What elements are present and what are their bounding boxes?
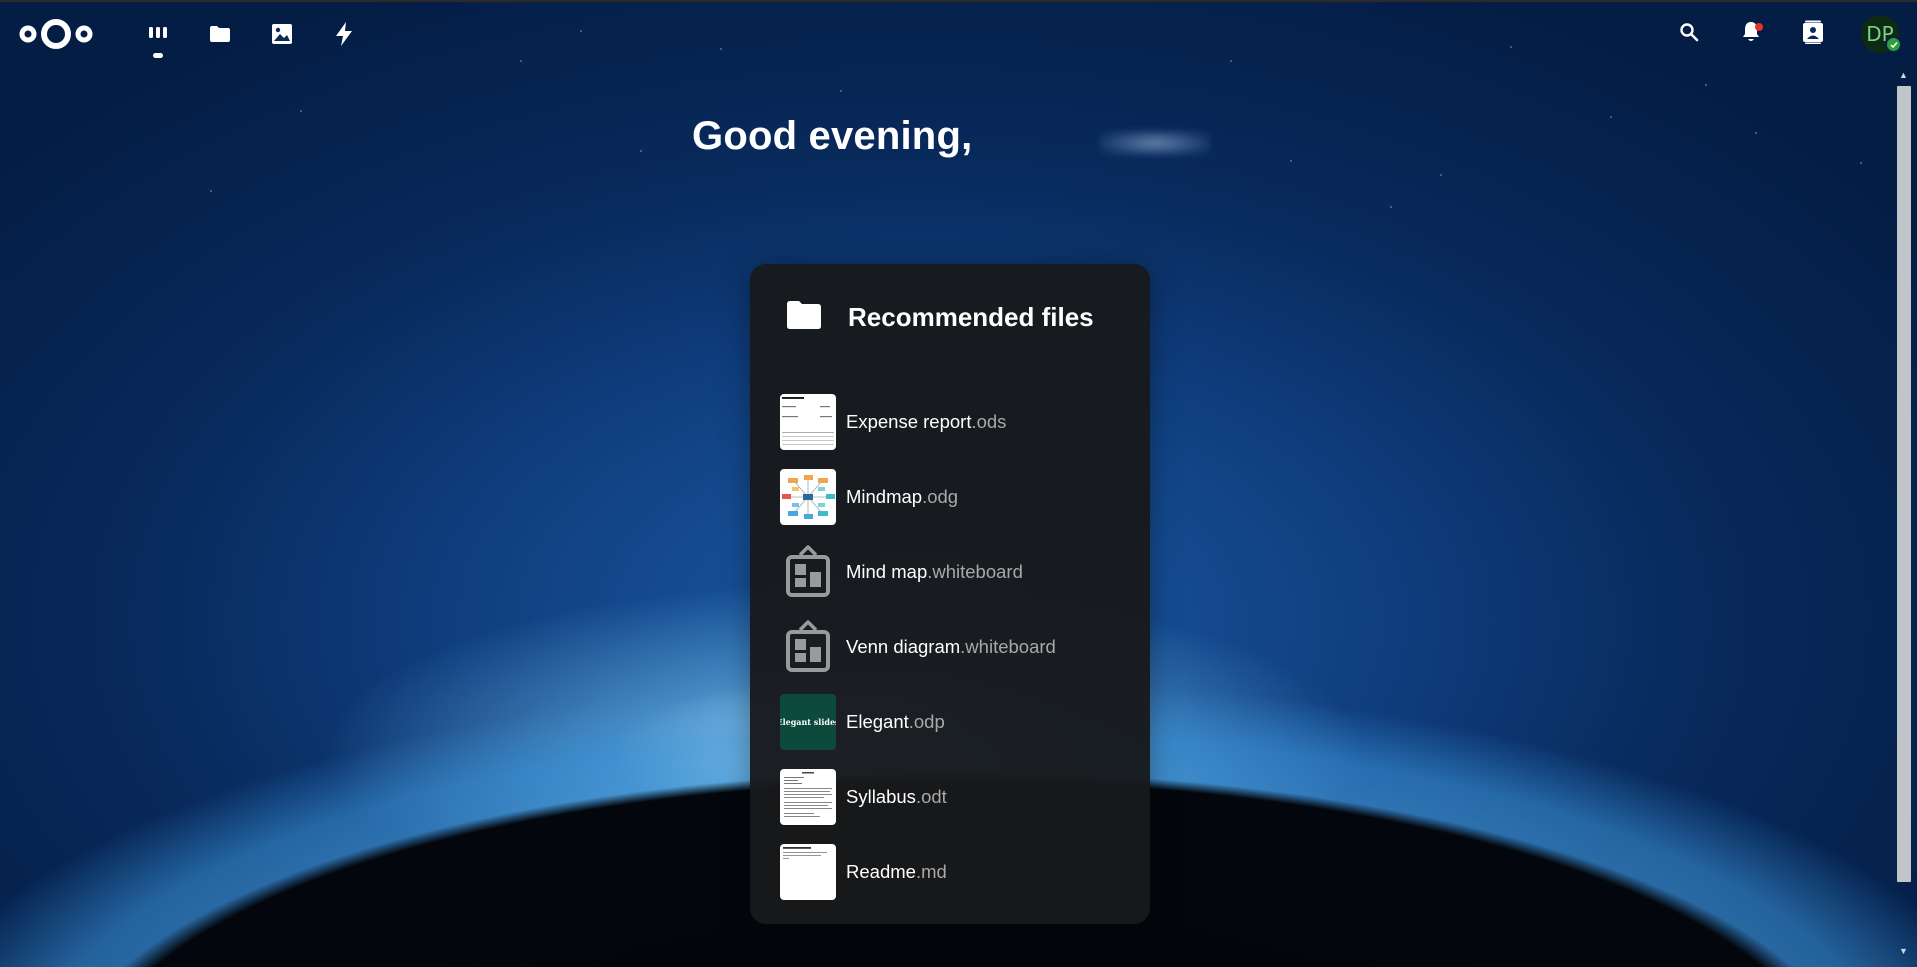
image-icon xyxy=(271,23,293,50)
file-name: Mind map.whiteboard xyxy=(846,561,1023,583)
file-extension: .md xyxy=(915,860,947,882)
notification-indicator xyxy=(1755,23,1763,31)
file-name: Mindmap.odg xyxy=(846,486,958,508)
app-activity[interactable] xyxy=(322,14,366,58)
notifications-button[interactable] xyxy=(1729,12,1773,56)
file-item-expense-report[interactable]: Expense report.ods xyxy=(780,384,1140,459)
widget-header: Recommended files xyxy=(786,300,1094,335)
user-avatar-button[interactable]: DP xyxy=(1861,15,1902,53)
greeting-heading: Good evening, xyxy=(692,114,973,158)
file-basename: Elegant xyxy=(846,710,909,732)
header-right-menu: DP xyxy=(1649,12,1917,56)
spreadsheet-thumbnail xyxy=(780,393,836,450)
file-basename: Venn diagram xyxy=(846,635,961,657)
file-item-venn-diagram-whiteboard[interactable]: Venn diagram.whiteboard xyxy=(780,609,1140,684)
file-extension: .whiteboard xyxy=(927,560,1023,582)
lightning-icon xyxy=(335,21,353,51)
file-name: Venn diagram.whiteboard xyxy=(846,636,1056,658)
mindmap-thumbnail xyxy=(780,468,836,525)
document-thumbnail xyxy=(780,768,836,825)
file-extension: .ods xyxy=(971,410,1007,432)
page-scrollbar[interactable]: ▲ ▼ xyxy=(1896,70,1911,960)
contacts-menu-button[interactable] xyxy=(1791,12,1835,56)
file-name: Readme.md xyxy=(846,861,947,883)
file-name: Syllabus.odt xyxy=(846,786,947,808)
file-extension: .odg xyxy=(922,485,959,507)
top-header: DP xyxy=(0,0,1917,66)
file-extension: .odt xyxy=(915,785,947,807)
file-extension: .whiteboard xyxy=(960,635,1056,657)
markdown-thumbnail xyxy=(780,843,836,900)
whiteboard-icon xyxy=(780,619,836,675)
app-photos[interactable] xyxy=(260,14,304,58)
contacts-icon xyxy=(1802,20,1824,49)
file-item-mindmap[interactable]: Mindmap.odg xyxy=(780,459,1140,534)
file-item-syllabus[interactable]: Syllabus.odt xyxy=(780,759,1140,834)
search-icon xyxy=(1679,22,1699,47)
unified-search-button[interactable] xyxy=(1667,12,1711,56)
file-basename: Mindmap xyxy=(846,485,923,507)
whiteboard-icon xyxy=(780,544,836,600)
file-basename: Syllabus xyxy=(846,785,916,807)
file-item-mind-map-whiteboard[interactable]: Mind map.whiteboard xyxy=(780,534,1140,609)
file-item-elegant-slides[interactable]: Elegant slides Elegant.odp xyxy=(780,684,1140,759)
recommended-files-widget: Recommended files Expense report.ods Min… xyxy=(750,264,1150,924)
file-basename: Readme xyxy=(846,860,916,882)
scroll-up-arrow-icon[interactable]: ▲ xyxy=(1899,70,1908,80)
app-dashboard[interactable] xyxy=(136,14,180,58)
nextcloud-logo[interactable] xyxy=(18,16,94,52)
slide-thumbnail-title: Elegant slides xyxy=(780,716,836,727)
file-extension: .odp xyxy=(908,710,945,732)
presentation-thumbnail: Elegant slides xyxy=(780,693,836,750)
widget-title: Recommended files xyxy=(848,302,1094,332)
folder-icon xyxy=(786,300,822,335)
online-status-icon xyxy=(1885,36,1902,53)
scroll-down-arrow-icon[interactable]: ▼ xyxy=(1899,946,1908,956)
scrollbar-thumb[interactable] xyxy=(1897,86,1911,882)
dashboard-icon xyxy=(148,24,168,49)
app-navigation xyxy=(136,14,366,58)
file-basename: Expense report xyxy=(846,410,972,432)
folder-icon xyxy=(209,25,231,48)
file-basename: Mind map xyxy=(846,560,928,582)
file-name: Expense report.ods xyxy=(846,411,1006,433)
file-name: Elegant.odp xyxy=(846,711,945,733)
app-files[interactable] xyxy=(198,14,242,58)
user-display-name-redacted xyxy=(1100,130,1210,156)
recommended-file-list: Expense report.ods Mindmap.odg Mind map.… xyxy=(780,384,1140,909)
file-item-readme[interactable]: Readme.md xyxy=(780,834,1140,909)
